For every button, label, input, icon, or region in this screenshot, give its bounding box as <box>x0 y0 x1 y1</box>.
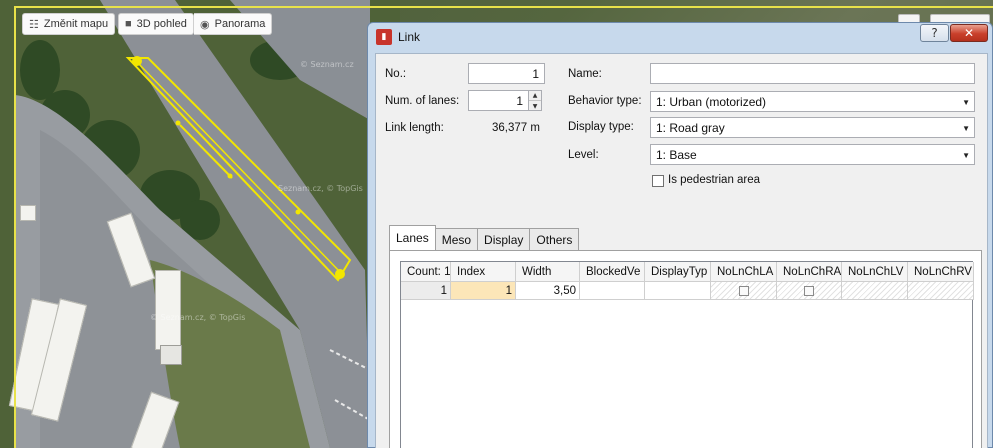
eye-icon: ◉ <box>200 18 210 31</box>
tab-lanes[interactable]: Lanes <box>389 225 436 250</box>
lanes-panel: Count: 1 Index Width BlockedVe DisplayTy… <box>389 250 982 448</box>
grid-header-nolnchlv[interactable]: NoLnChLV <box>842 262 908 282</box>
display-type-select[interactable]: 1: Road gray ▼ <box>650 117 975 138</box>
no-label: No.: <box>385 68 407 80</box>
grid-header-index[interactable]: Index <box>451 262 516 282</box>
grid-cell-count[interactable]: 1 <box>401 282 451 300</box>
close-button[interactable]: ✕ <box>950 24 988 42</box>
app-icon: ▮ <box>376 29 392 45</box>
level-select[interactable]: 1: Base ▼ <box>650 144 975 165</box>
grid-cell-width[interactable]: 3,50 <box>516 282 580 300</box>
grid-cell-blocked[interactable] <box>580 282 645 300</box>
3d-view-label: 3D pohled <box>136 18 187 30</box>
change-map-label: Změnit mapu <box>43 18 109 30</box>
behavior-type-select[interactable]: 1: Urban (motorized) ▼ <box>650 91 975 112</box>
grid-header-display-type[interactable]: DisplayTyp <box>645 262 711 282</box>
behavior-type-value: 1: Urban (motorized) <box>656 94 767 109</box>
grid-cell-nolnchlv <box>842 282 908 300</box>
nolnchra-checkbox[interactable] <box>804 285 814 296</box>
display-type-value: 1: Road gray <box>656 120 725 135</box>
grid-header-blocked[interactable]: BlockedVe <box>580 262 645 282</box>
tab-meso[interactable]: Meso <box>434 228 479 250</box>
level-label: Level: <box>568 149 599 161</box>
chevron-down-icon: ▼ <box>962 124 970 133</box>
help-button[interactable]: ? <box>920 24 949 42</box>
pedestrian-area-checkbox[interactable] <box>652 175 664 187</box>
grid-header-nolnchrv[interactable]: NoLnChRV <box>908 262 974 282</box>
spin-down-icon[interactable]: ▼ <box>529 101 541 111</box>
nolnchla-checkbox[interactable] <box>738 285 749 296</box>
grid-header-nolnchla[interactable]: NoLnChLA <box>711 262 777 282</box>
lanes-grid[interactable]: Count: 1 Index Width BlockedVe DisplayTy… <box>400 261 974 448</box>
panorama-label: Panorama <box>214 18 266 30</box>
num-lanes-spinner[interactable]: ▲ ▼ <box>528 90 542 111</box>
behavior-type-label: Behavior type: <box>568 95 642 107</box>
name-label: Name: <box>568 68 602 80</box>
grid-header-width[interactable]: Width <box>516 262 580 282</box>
cube-icon: ■ <box>125 18 132 30</box>
link-dialog: ▮ Link ? ✕ No.: 1 Num. of lanes: 1 ▲ ▼ L… <box>367 22 993 448</box>
screen: © Seznam.cz Seznam.cz, © TopGis © Seznam… <box>0 0 993 448</box>
display-type-label: Display type: <box>568 121 634 133</box>
dialog-titlebar[interactable]: ▮ Link ? ✕ <box>368 23 992 51</box>
tab-others[interactable]: Others <box>529 228 580 250</box>
map-layers-icon: ☷ <box>29 18 39 31</box>
dialog-title: Link <box>398 30 421 44</box>
chevron-down-icon: ▼ <box>962 151 970 160</box>
num-lanes-label: Num. of lanes: <box>385 95 460 107</box>
grid-cell-nolnchra[interactable] <box>777 282 842 300</box>
tab-display[interactable]: Display <box>477 228 531 250</box>
link-length-label: Link length: <box>385 122 444 134</box>
grid-cell-display-type[interactable] <box>645 282 711 300</box>
panorama-button[interactable]: ◉ Panorama <box>194 13 273 35</box>
grid-cell-nolnchla[interactable] <box>711 282 777 300</box>
grid-header-nolnchra[interactable]: NoLnChRA <box>777 262 842 282</box>
grid-cell-index[interactable]: 1 <box>451 282 516 300</box>
dialog-body: No.: 1 Num. of lanes: 1 ▲ ▼ Link length:… <box>375 53 988 448</box>
level-value: 1: Base <box>656 147 697 162</box>
link-length-value: 36,377 m <box>492 122 540 134</box>
tab-strip: Lanes Meso Display Others <box>389 225 580 250</box>
name-field[interactable] <box>650 63 975 84</box>
no-field[interactable]: 1 <box>468 63 545 84</box>
grid-cell-nolnchrv <box>908 282 974 300</box>
close-icon: ✕ <box>963 26 975 40</box>
chevron-down-icon: ▼ <box>962 98 970 107</box>
spin-up-icon[interactable]: ▲ <box>529 91 541 101</box>
num-lanes-field[interactable]: 1 <box>468 90 529 111</box>
change-map-button[interactable]: ☷ Změnit mapu <box>22 13 116 35</box>
grid-header-count[interactable]: Count: 1 <box>401 262 451 282</box>
pedestrian-area-label: Is pedestrian area <box>668 174 761 186</box>
3d-view-button[interactable]: ■ 3D pohled <box>118 13 194 35</box>
